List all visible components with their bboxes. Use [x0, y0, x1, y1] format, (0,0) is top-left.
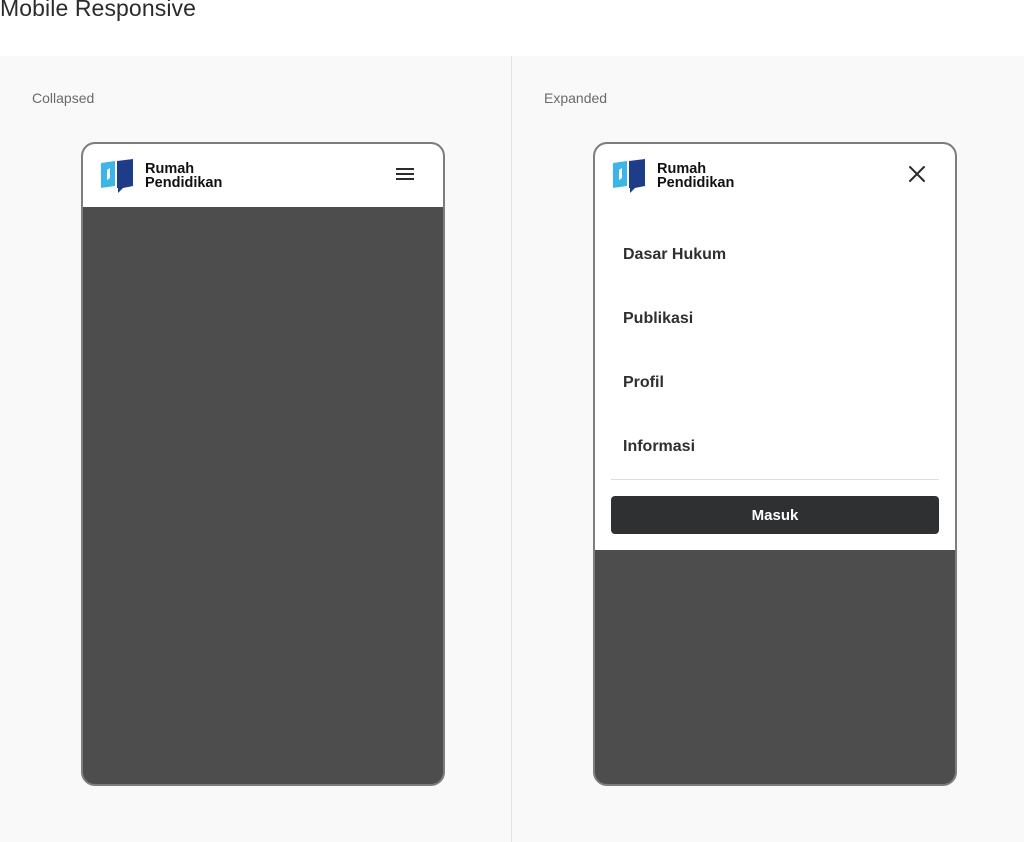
collapsed-label: Collapsed — [32, 90, 95, 106]
logo-text: Rumah Pendidikan — [657, 161, 735, 191]
logo-text: Rumah Pendidikan — [145, 161, 223, 191]
page-title: Mobile Responsive — [0, 0, 197, 21]
mobile-menu-panel: Dasar Hukum Publikasi Profil Informasi M… — [595, 207, 955, 550]
close-menu-button[interactable] — [905, 164, 929, 188]
phone-collapsed: Rumah Pendidikan — [81, 142, 445, 786]
nav-item-profil[interactable]: Profil — [623, 374, 664, 392]
section-divider — [511, 56, 512, 842]
logo[interactable]: Rumah Pendidikan — [611, 158, 734, 194]
phone-expanded: Rumah Pendidikan Dasar Hukum Publikasi P… — [593, 142, 957, 786]
book-logo-icon — [611, 158, 649, 194]
close-icon — [908, 165, 926, 188]
hamburger-menu-button[interactable] — [393, 164, 417, 188]
logo-text-line1: Rumah — [657, 161, 707, 177]
login-button[interactable]: Masuk — [611, 496, 939, 534]
nav-item-informasi[interactable]: Informasi — [623, 438, 695, 456]
book-logo-icon — [99, 158, 137, 194]
nav-item-publikasi[interactable]: Publikasi — [623, 310, 693, 328]
logo-text-line2: Pendidikan — [657, 175, 735, 191]
nav-item-dasar-hukum[interactable]: Dasar Hukum — [623, 246, 726, 264]
logo-text-line1: Rumah — [145, 161, 195, 177]
logo[interactable]: Rumah Pendidikan — [99, 158, 222, 194]
mobile-header: Rumah Pendidikan — [595, 144, 955, 207]
mobile-header: Rumah Pendidikan — [83, 144, 443, 207]
expanded-label: Expanded — [544, 90, 608, 106]
menu-divider — [611, 479, 939, 480]
canvas: Collapsed Rumah Pendidikan Expanded Ruma… — [0, 56, 1024, 842]
logo-text-line2: Pendidikan — [145, 175, 223, 191]
hamburger-menu-icon — [395, 167, 415, 186]
